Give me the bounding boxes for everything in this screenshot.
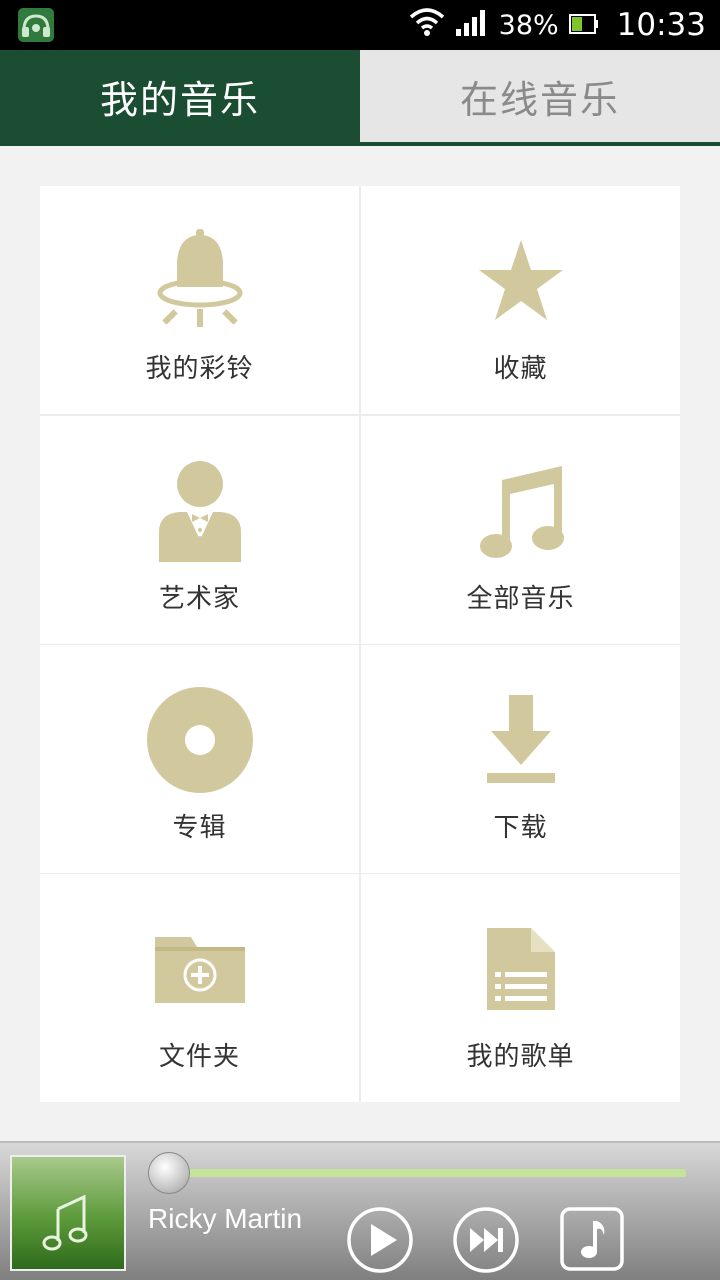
status-bar: 38% 10:33: [0, 0, 720, 50]
seek-thumb[interactable]: [148, 1152, 190, 1194]
signal-icon: [455, 7, 489, 44]
menu-item-ringtones[interactable]: 我的彩铃: [40, 186, 359, 414]
album-art[interactable]: [10, 1155, 126, 1271]
menu-item-label: 我的歌单: [466, 1042, 575, 1072]
menu-item-favorites[interactable]: 收藏: [361, 186, 680, 414]
menu-item-label: 全部音乐: [466, 584, 575, 614]
battery-icon: [568, 9, 599, 42]
clock: 10:33: [616, 7, 706, 43]
menu-item-label: 下载: [493, 813, 548, 843]
now-playing-icon: [560, 1207, 624, 1271]
menu-item-label: 文件夹: [158, 1042, 240, 1072]
music-note-icon: [461, 456, 581, 566]
app-headphones-icon: [18, 8, 54, 42]
battery-percent: 38%: [498, 9, 559, 41]
menu-item-artists[interactable]: 艺术家: [40, 416, 359, 644]
album-disc-icon: [140, 685, 260, 795]
play-button[interactable]: [347, 1207, 413, 1273]
now-playing-button[interactable]: [560, 1207, 626, 1273]
menu-grid: 我的彩铃 收藏 艺术家 全部音乐 专辑 下载 文件夹 我的歌单: [40, 186, 680, 1102]
mini-player: Ricky Martin: [0, 1141, 720, 1280]
next-icon: [453, 1207, 519, 1273]
menu-item-label: 我的彩铃: [145, 354, 254, 384]
download-icon: [461, 685, 581, 795]
tab-my-music[interactable]: 我的音乐: [0, 50, 360, 142]
menu-item-albums[interactable]: 专辑: [40, 645, 359, 873]
wifi-icon: [409, 7, 445, 44]
artist-icon: [140, 456, 260, 566]
folder-icon: [140, 914, 260, 1024]
menu-item-playlists[interactable]: 我的歌单: [361, 874, 680, 1102]
tab-bar: 我的音乐 在线音乐: [0, 50, 720, 146]
menu-item-label: 专辑: [172, 813, 227, 843]
play-icon: [347, 1207, 413, 1273]
playlist-icon: [461, 914, 581, 1024]
menu-item-folders[interactable]: 文件夹: [40, 874, 359, 1102]
next-button[interactable]: [453, 1207, 519, 1273]
star-icon: [461, 226, 581, 336]
seek-bar[interactable]: [168, 1169, 686, 1177]
menu-item-label: 艺术家: [158, 584, 240, 614]
menu-item-all-music[interactable]: 全部音乐: [361, 416, 680, 644]
track-title: Ricky Martin: [148, 1203, 303, 1234]
bell-icon: [140, 226, 260, 336]
menu-item-downloads[interactable]: 下载: [361, 645, 680, 873]
tab-online-music[interactable]: 在线音乐: [360, 50, 720, 142]
menu-item-label: 收藏: [493, 354, 548, 384]
